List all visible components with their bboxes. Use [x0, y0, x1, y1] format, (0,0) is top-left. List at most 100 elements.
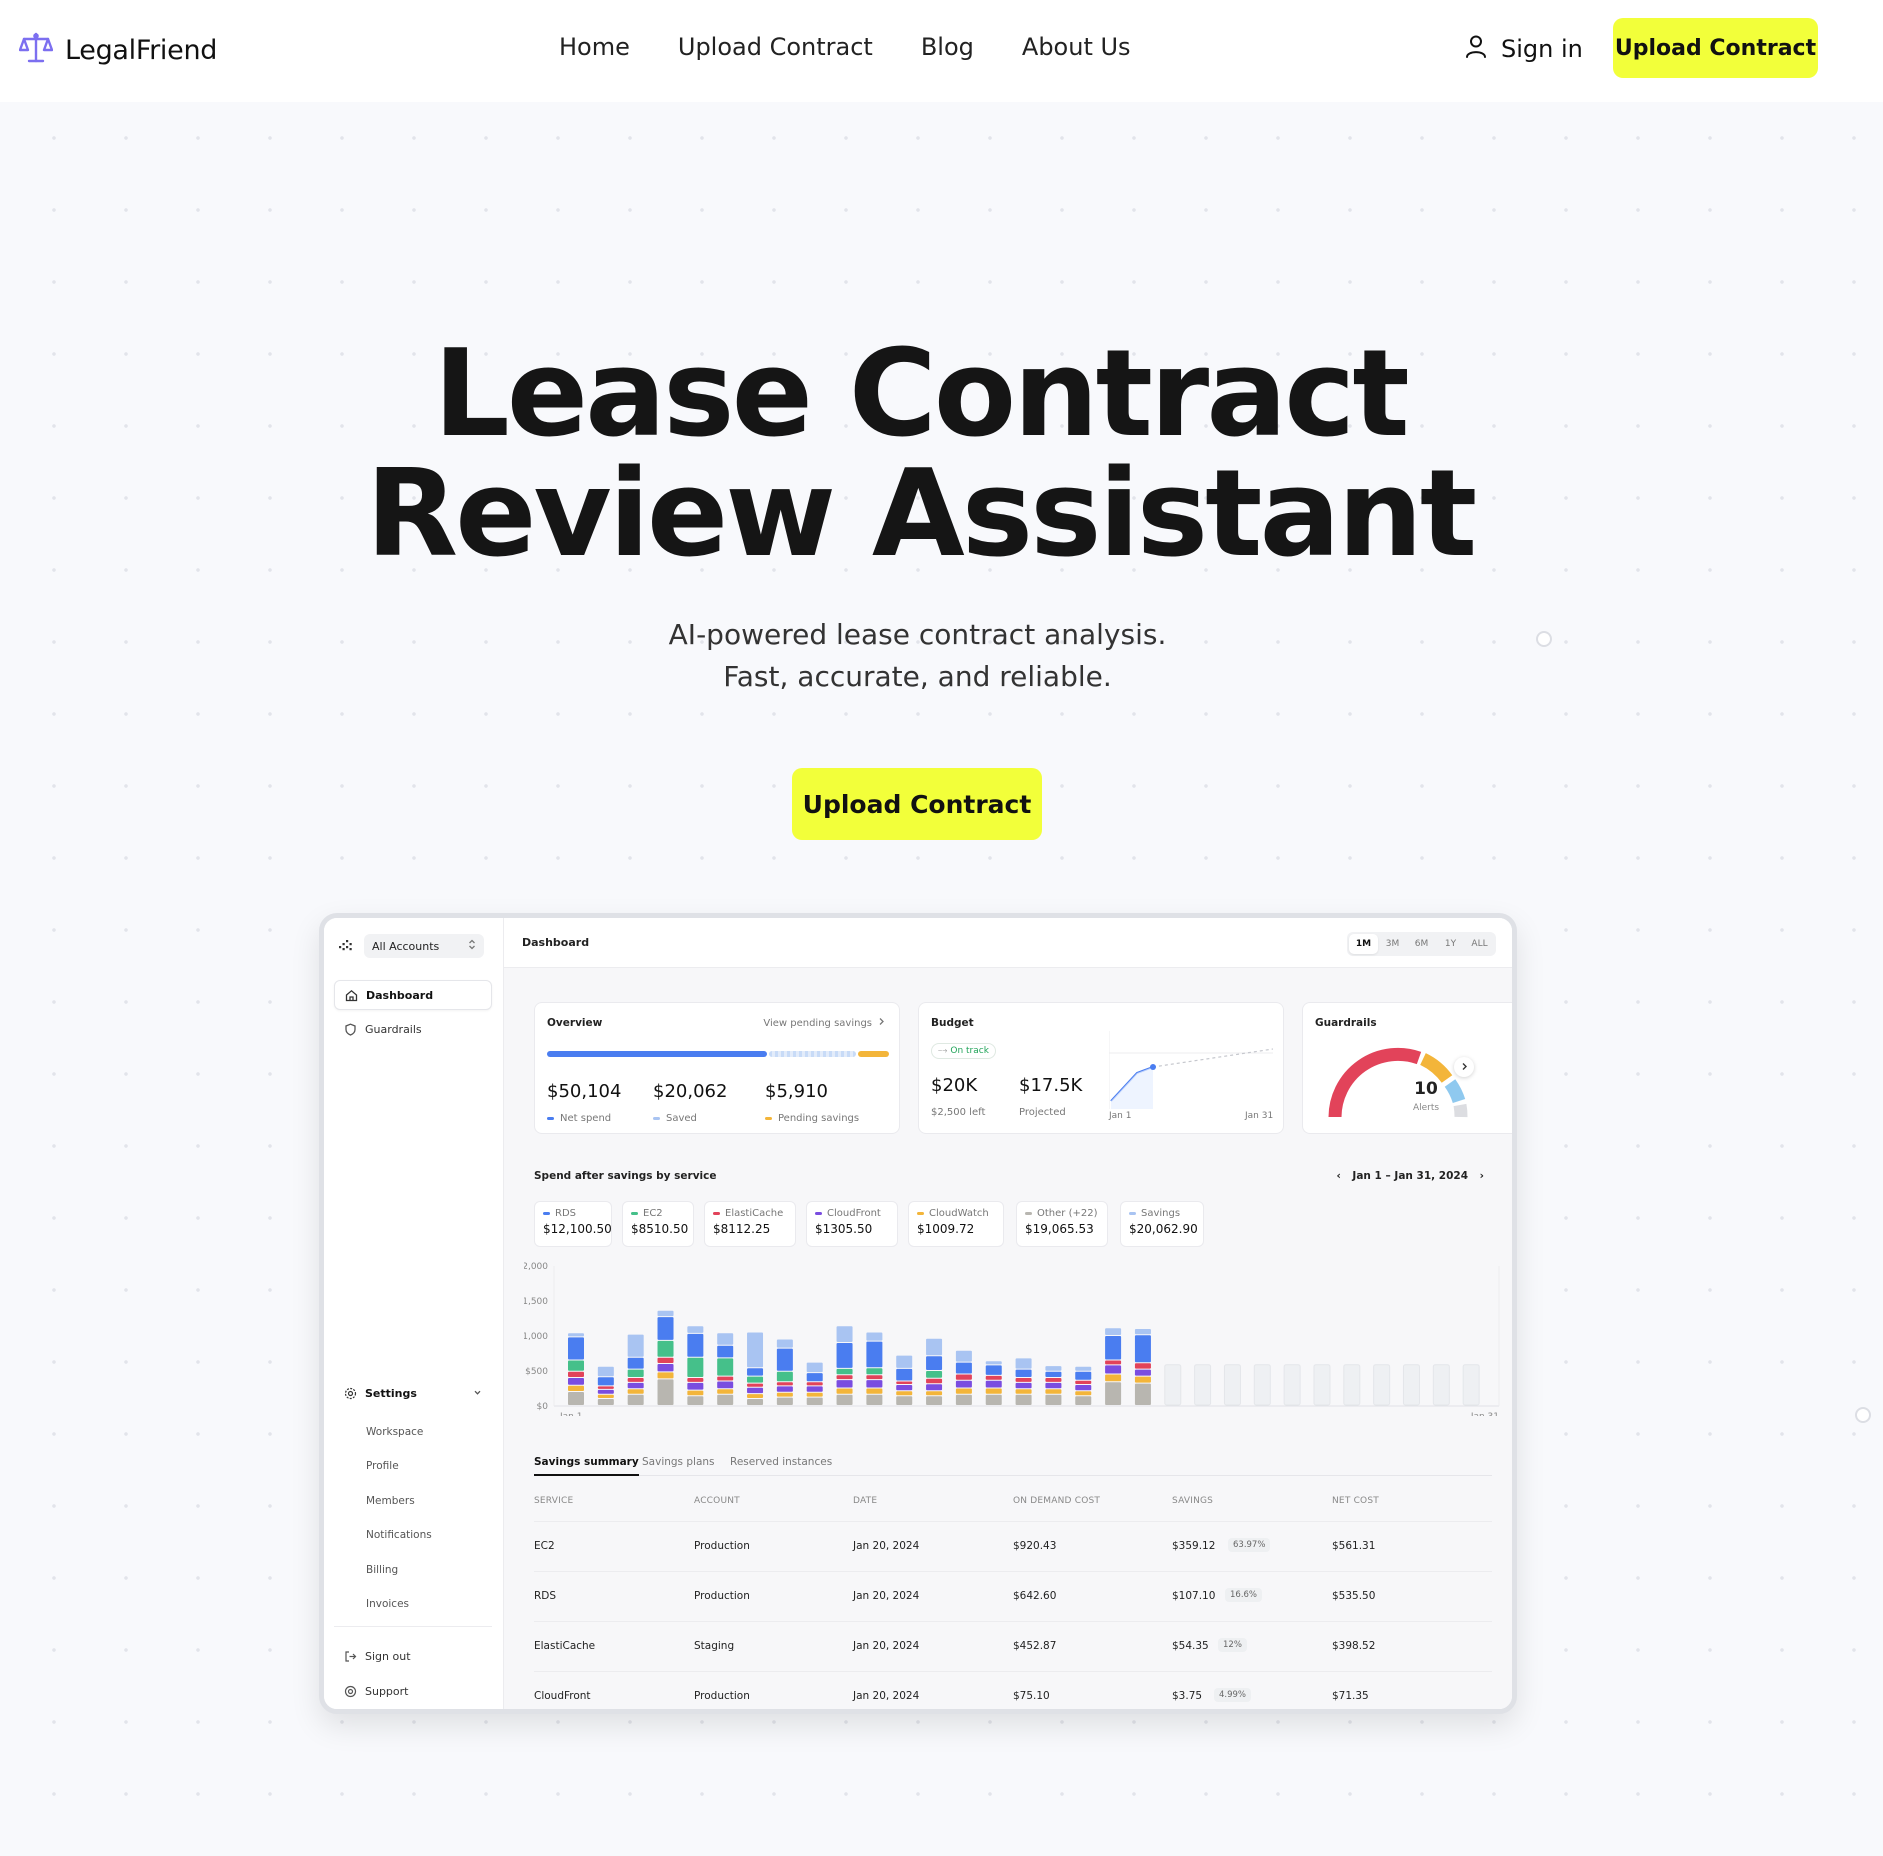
date-range-label: Jan 1 – Jan 31, 2024 [1352, 1170, 1469, 1182]
bar-segment [627, 1378, 644, 1382]
service-chip-cloudwatch[interactable]: CloudWatch $1009.72 [908, 1201, 1004, 1247]
bar-segment [1015, 1382, 1032, 1389]
service-chip-other[interactable]: Other (+22) $19,065.53 [1016, 1201, 1108, 1247]
bar-segment [1223, 1364, 1241, 1406]
bar-segment [955, 1380, 972, 1388]
nav-link-upload-contract[interactable]: Upload Contract [678, 33, 873, 61]
sign-in-link[interactable]: Sign in [1463, 33, 1583, 65]
range-1m[interactable]: 1M [1349, 934, 1378, 954]
bar-segment [1164, 1364, 1182, 1406]
service-chip-elasticache[interactable]: ElastiCache $8112.25 [704, 1201, 796, 1247]
bar-segment [955, 1350, 972, 1362]
sidebar-item-settings[interactable]: Settings [334, 1378, 492, 1408]
brand[interactable]: LegalFriend [18, 30, 217, 70]
bar-segment [955, 1362, 972, 1374]
next-card-button[interactable] [1454, 1057, 1474, 1077]
bar-segment [1105, 1382, 1122, 1405]
page-title: Dashboard [522, 936, 590, 949]
sidebar-sub-profile[interactable]: Profile [366, 1460, 399, 1472]
table-row[interactable]: CloudFront Production Jan 20, 2024 $75.1… [534, 1671, 1492, 1709]
tab-savings-summary[interactable]: Savings summary [534, 1456, 639, 1476]
sidebar-sub-notifications[interactable]: Notifications [366, 1529, 432, 1541]
projected-value: $17.5K [1019, 1075, 1083, 1096]
sidebar-sub-members[interactable]: Members [366, 1495, 415, 1507]
service-chip-rds[interactable]: RDS $12,100.50 [534, 1201, 612, 1247]
table-row[interactable]: RDS Production Jan 20, 2024 $642.60 $107… [534, 1571, 1492, 1621]
bar-segment [568, 1392, 584, 1405]
bar-segment [1015, 1378, 1032, 1382]
bar-segment [747, 1387, 764, 1394]
range-1y[interactable]: 1Y [1436, 934, 1465, 954]
sidebar-item-dashboard[interactable]: Dashboard [334, 980, 492, 1010]
bar-segment [717, 1345, 734, 1358]
sidebar-sub-workspace[interactable]: Workspace [366, 1426, 423, 1438]
trend-icon: ⤍ [938, 1046, 948, 1056]
account-select[interactable]: All Accounts [364, 934, 484, 958]
nav-link-blog[interactable]: Blog [921, 33, 974, 61]
hero-subtitle-line-1: AI-powered lease contract analysis. [668, 618, 1167, 651]
bar-segment [1194, 1364, 1212, 1406]
date-range-picker[interactable]: ‹ Jan 1 – Jan 31, 2024 › [1204, 1170, 1484, 1182]
alerts-label: Alerts [1412, 1103, 1440, 1113]
sign-in-label: Sign in [1501, 35, 1583, 63]
cell-net-cost: $71.35 [1332, 1690, 1369, 1702]
bar-segment [1105, 1360, 1122, 1365]
sidebar-item-sign-out[interactable]: Sign out [334, 1641, 492, 1671]
bar-segment [657, 1317, 674, 1340]
bar-segment [896, 1391, 913, 1396]
bar-segment [657, 1310, 674, 1317]
chevron-right-icon[interactable]: › [1480, 1170, 1484, 1182]
bar-segment [1134, 1335, 1151, 1363]
bar-segment [1075, 1385, 1092, 1391]
cell-date: Jan 20, 2024 [853, 1640, 920, 1652]
bar-segment [776, 1348, 793, 1371]
bar-segment [568, 1385, 584, 1391]
cell-account: Production [694, 1540, 750, 1552]
projected-label: Projected [1019, 1107, 1066, 1118]
nav-link-about-us[interactable]: About Us [1022, 33, 1131, 61]
sidebar-item-guardrails[interactable]: Guardrails [334, 1014, 492, 1044]
range-all[interactable]: ALL [1465, 934, 1494, 954]
bar-segment [896, 1385, 913, 1391]
bar-segment [657, 1364, 674, 1372]
bar-segment [806, 1392, 823, 1397]
bar-segment [1283, 1364, 1301, 1406]
bar-segment [776, 1339, 793, 1348]
bar-segment [627, 1369, 644, 1377]
bar-segment [1105, 1336, 1122, 1360]
bar-segment [866, 1375, 883, 1380]
sidebar-sub-billing[interactable]: Billing [366, 1564, 398, 1576]
bar-segment [627, 1334, 644, 1357]
spend-progress-bar [547, 1051, 889, 1057]
on-track-badge: ⤍ On track [931, 1043, 996, 1059]
tab-savings-plans[interactable]: Savings plans [642, 1456, 715, 1476]
tab-reserved-instances[interactable]: Reserved instances [730, 1456, 832, 1476]
hero-title: Lease Contract Review Assistant [0, 335, 1840, 575]
table-row[interactable]: ElastiCache Staging Jan 20, 2024 $452.87… [534, 1621, 1492, 1671]
service-chip-cloudfront[interactable]: CloudFront $1305.50 [806, 1201, 898, 1247]
nav-link-home[interactable]: Home [559, 33, 630, 61]
range-3m[interactable]: 3M [1378, 934, 1407, 954]
range-6m[interactable]: 6M [1407, 934, 1436, 954]
guardrails-card: Guardrails 10 Alerts [1302, 1002, 1512, 1134]
sidebar-item-support[interactable]: Support [334, 1676, 492, 1706]
bar-segment [866, 1380, 883, 1388]
bar-segment [985, 1388, 1002, 1394]
account-switcher: All Accounts [338, 934, 484, 958]
view-pending-savings-link[interactable]: View pending savings [763, 1017, 885, 1029]
bar-segment [627, 1389, 644, 1394]
bar-segment [627, 1394, 644, 1405]
nav-upload-contract-button[interactable]: Upload Contract [1613, 18, 1818, 78]
sidebar-sub-invoices[interactable]: Invoices [366, 1598, 409, 1610]
bar-segment [1015, 1394, 1032, 1405]
service-chip-savings[interactable]: Savings $20,062.90 [1120, 1201, 1204, 1247]
table-row[interactable]: EC2 Production Jan 20, 2024 $920.43 $359… [534, 1521, 1492, 1571]
bar-segment [806, 1386, 823, 1392]
service-chip-ec2[interactable]: EC2 $8510.50 [622, 1201, 694, 1247]
bar-segment [955, 1374, 972, 1380]
hero-upload-contract-button[interactable]: Upload Contract [792, 768, 1042, 840]
hero-title-line-1: Lease Contract [433, 325, 1409, 464]
chevron-left-icon[interactable]: ‹ [1336, 1170, 1340, 1182]
shield-icon [344, 1022, 357, 1036]
cell-service: ElastiCache [534, 1640, 596, 1652]
